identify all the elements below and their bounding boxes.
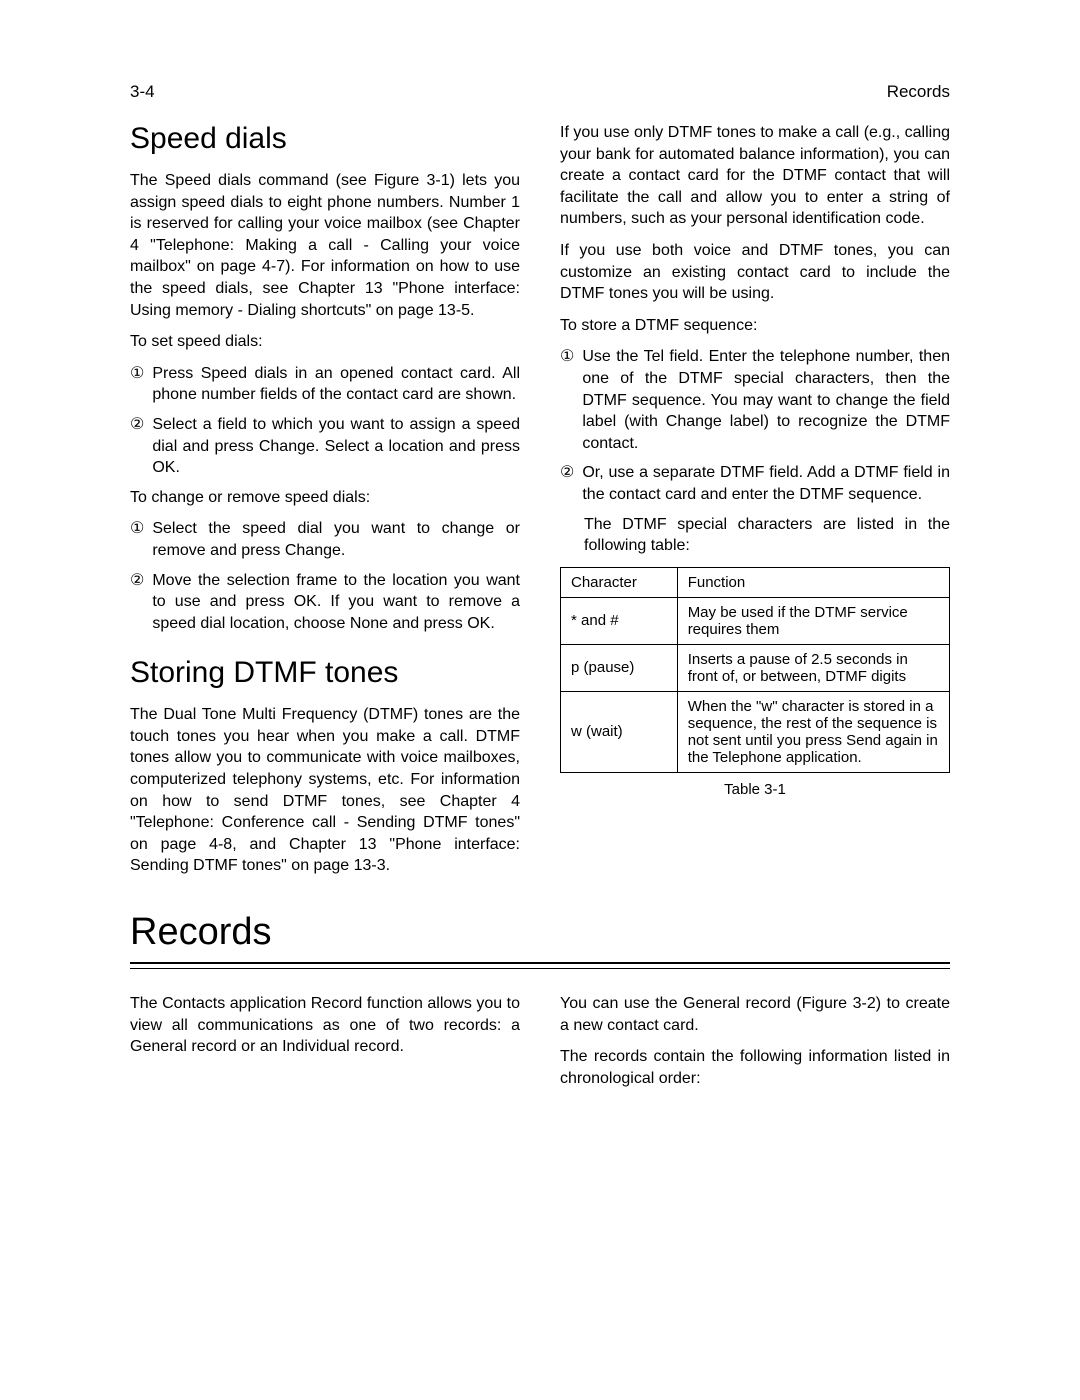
circled-1-icon: ① — [130, 363, 144, 406]
list-text: Use the Tel field. Enter the telephone n… — [582, 346, 950, 454]
list-item: ② Select a field to which you want to as… — [130, 414, 520, 479]
list-text: Move the selection frame to the location… — [152, 570, 520, 635]
left-column: Speed dials The Speed dials command (see… — [130, 122, 520, 887]
table-caption: Table 3-1 — [560, 781, 950, 798]
records-right-column: You can use the General record (Figure 3… — [560, 993, 950, 1099]
page-number: 3-4 — [130, 82, 155, 102]
section-rule — [130, 962, 950, 969]
records-left-column: The Contacts application Record function… — [130, 993, 520, 1099]
paragraph-dtmf-usecase1: If you use only DTMF tones to make a cal… — [560, 122, 950, 230]
cell-character: * and # — [561, 597, 678, 644]
list-item: ② Or, use a separate DTMF field. Add a D… — [560, 462, 950, 505]
paragraph-change-speed: To change or remove speed dials: — [130, 487, 520, 509]
paragraph-dtmf-special: The DTMF special characters are listed i… — [584, 514, 950, 557]
heading-storing-dtmf: Storing DTMF tones — [130, 656, 520, 690]
list-item: ① Press Speed dials in an opened contact… — [130, 363, 520, 406]
heading-speed-dials: Speed dials — [130, 122, 520, 156]
cell-character: w (wait) — [561, 691, 678, 772]
paragraph-records-left: The Contacts application Record function… — [130, 993, 520, 1058]
paragraph-set-speed: To set speed dials: — [130, 331, 520, 353]
paragraph-speed-intro: The Speed dials command (see Figure 3-1)… — [130, 170, 520, 321]
list-item: ② Move the selection frame to the locati… — [130, 570, 520, 635]
paragraph-dtmf-intro: The Dual Tone Multi Frequency (DTMF) ton… — [130, 704, 520, 877]
circled-2-icon: ② — [560, 462, 574, 505]
table-header-character: Character — [561, 567, 678, 597]
paragraph-dtmf-store: To store a DTMF sequence: — [560, 315, 950, 337]
page-header: 3-4 Records — [130, 82, 950, 102]
list-text: Select a field to which you want to assi… — [152, 414, 520, 479]
list-text: Press Speed dials in an opened contact c… — [152, 363, 520, 406]
table-row: p (pause) Inserts a pause of 2.5 seconds… — [561, 644, 950, 691]
table-row: w (wait) When the "w" character is store… — [561, 691, 950, 772]
list-text: Or, use a separate DTMF field. Add a DTM… — [582, 462, 950, 505]
circled-1-icon: ① — [130, 518, 144, 561]
cell-function: Inserts a pause of 2.5 seconds in front … — [677, 644, 949, 691]
list-text: Select the speed dial you want to change… — [152, 518, 520, 561]
list-item: ① Select the speed dial you want to chan… — [130, 518, 520, 561]
circled-1-icon: ① — [560, 346, 574, 454]
circled-2-icon: ② — [130, 570, 144, 635]
page-section-label: Records — [887, 82, 950, 102]
circled-2-icon: ② — [130, 414, 144, 479]
list-item: ① Use the Tel field. Enter the telephone… — [560, 346, 950, 454]
right-column: If you use only DTMF tones to make a cal… — [560, 122, 950, 887]
table-header-function: Function — [677, 567, 949, 597]
table-row: * and # May be used if the DTMF service … — [561, 597, 950, 644]
heading-records: Records — [130, 911, 950, 954]
cell-character: p (pause) — [561, 644, 678, 691]
dtmf-characters-table: Character Function * and # May be used i… — [560, 567, 950, 773]
cell-function: When the "w" character is stored in a se… — [677, 691, 949, 772]
cell-function: May be used if the DTMF service requires… — [677, 597, 949, 644]
paragraph-dtmf-usecase2: If you use both voice and DTMF tones, yo… — [560, 240, 950, 305]
paragraph-records-right2: The records contain the following inform… — [560, 1046, 950, 1089]
paragraph-records-right1: You can use the General record (Figure 3… — [560, 993, 950, 1036]
